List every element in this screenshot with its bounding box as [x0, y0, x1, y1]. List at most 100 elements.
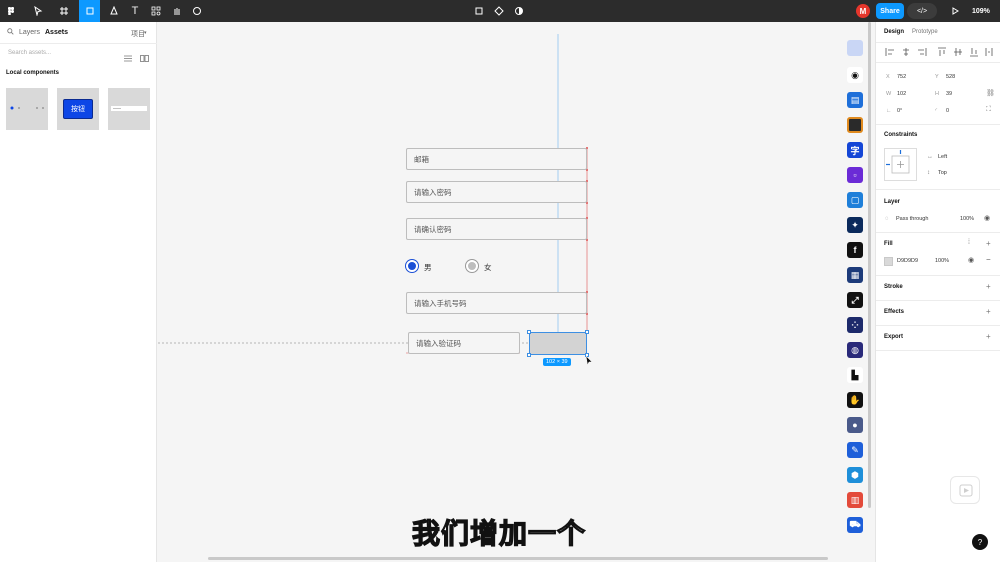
hand-tool-icon[interactable] — [170, 0, 184, 22]
independent-corners-icon[interactable]: ⛶ — [986, 106, 991, 114]
component-thumbnail-button[interactable]: 按钮 — [57, 88, 99, 130]
pen-tool-icon[interactable] — [104, 0, 124, 22]
resources-icon[interactable] — [148, 0, 164, 22]
canvas[interactable]: 邮箱 请输入密码 请确认密码 男 女 请输入手机号码 请输入验证码 102 × … — [158, 22, 874, 562]
film-icon[interactable] — [847, 117, 863, 133]
corner-radius-input[interactable]: 0 — [946, 108, 949, 114]
fill-opacity-input[interactable]: 100% — [935, 258, 949, 264]
dev-mode-toggle[interactable]: </> — [907, 3, 937, 19]
page-select[interactable]: 项目 — [131, 29, 145, 39]
target-icon[interactable]: ✦ — [847, 217, 863, 233]
user-icon[interactable]: ● — [847, 417, 863, 433]
hand-plugin-icon[interactable]: ✋ — [847, 392, 863, 408]
comment-tool-icon[interactable] — [190, 0, 204, 22]
selected-rectangle[interactable] — [529, 332, 587, 355]
list-view-icon[interactable] — [124, 49, 132, 67]
video-subtitle: 我们增加一个 — [411, 516, 587, 550]
plugin-sidebar: ◉ ▤ 字 ▫ ▢ ✦ f ▦ ⤢ ⁘ ◍ ▙ ✋ ● ✎ ⬢ ▥ ⛟ — [841, 35, 869, 555]
fill-hex-input[interactable]: D9D9D9 — [897, 258, 918, 264]
phone-field[interactable]: 请输入手机号码 — [406, 292, 587, 314]
rectangle-tool-icon[interactable] — [79, 0, 100, 22]
component-thumbnail-radio[interactable] — [6, 88, 48, 130]
horizontal-constraint-select[interactable]: Left — [938, 154, 947, 160]
left-panel: Layers Assets 项目 ▾ Search assets... Loca… — [0, 22, 157, 562]
remove-fill-icon[interactable]: − — [986, 255, 991, 264]
blend-mode-icon: ◌ — [885, 216, 889, 222]
frame-tool-icon[interactable] — [54, 0, 74, 22]
tab-prototype[interactable]: Prototype — [912, 29, 938, 35]
radio-male[interactable] — [406, 260, 418, 272]
component-button-preview: 按钮 — [63, 99, 93, 119]
palette-icon[interactable]: ◍ — [847, 342, 863, 358]
contrast-icon[interactable] — [512, 0, 526, 22]
rotation-input[interactable]: 0° — [897, 108, 902, 114]
tab-layers[interactable]: Layers — [19, 29, 40, 36]
text-tool-icon[interactable]: T — [128, 0, 142, 22]
radio-female[interactable] — [466, 260, 478, 272]
constraints-heading: Constraints — [884, 132, 918, 138]
vertical-constraint-icon: ↕ — [927, 170, 930, 176]
y-label: Y — [935, 74, 939, 80]
add-effect-icon[interactable]: + — [986, 307, 991, 316]
add-export-icon[interactable]: + — [986, 332, 991, 341]
twitch-icon[interactable]: ▫ — [847, 167, 863, 183]
confirm-password-field[interactable]: 请确认密码 — [406, 218, 587, 240]
width-input[interactable]: 102 — [897, 91, 906, 97]
library-icon[interactable] — [140, 49, 149, 67]
email-field[interactable]: 邮箱 — [406, 148, 587, 170]
figma-menu-icon[interactable] — [2, 0, 20, 22]
align-tools[interactable] — [876, 46, 1000, 58]
blend-mode-select[interactable]: Pass through — [896, 216, 928, 222]
y-input[interactable]: 528 — [946, 74, 955, 80]
height-input[interactable]: 39 — [946, 91, 952, 97]
chevron-down-icon[interactable]: ▾ — [144, 30, 147, 36]
character-icon[interactable]: 字 — [847, 142, 863, 158]
add-fill-icon[interactable]: + — [986, 239, 991, 248]
constraints-widget[interactable] — [884, 148, 917, 181]
visibility-eye-icon[interactable]: ◉ — [984, 214, 990, 222]
password-field[interactable]: 请输入密码 — [406, 181, 587, 203]
component-icon[interactable] — [492, 0, 506, 22]
eye-icon[interactable]: ◉ — [847, 67, 863, 83]
add-stroke-icon[interactable]: + — [986, 282, 991, 291]
truck-icon[interactable]: ⛟ — [847, 517, 863, 533]
tab-design[interactable]: Design — [884, 29, 904, 35]
present-icon[interactable] — [946, 0, 964, 22]
dots-grid-icon[interactable]: ⁘ — [847, 317, 863, 333]
layer-opacity-input[interactable]: 100% — [960, 216, 974, 222]
local-components-heading: Local components — [6, 70, 60, 76]
component-thumbnail-input[interactable] — [108, 88, 150, 130]
move-tool-icon[interactable] — [28, 0, 48, 22]
search-icon[interactable] — [7, 28, 14, 37]
tab-assets[interactable]: Assets — [45, 29, 68, 36]
document-icon[interactable]: ▤ — [847, 92, 863, 108]
inbox-icon[interactable]: ▙ — [847, 367, 863, 383]
fill-styles-icon[interactable]: ⁞ — [968, 239, 970, 246]
resize-handle[interactable] — [527, 330, 531, 334]
vertical-constraint-select[interactable]: Top — [938, 170, 947, 176]
chart-icon[interactable]: ▥ — [847, 492, 863, 508]
frame-plugin-icon[interactable]: ▢ — [847, 192, 863, 208]
resize-handle[interactable] — [585, 330, 589, 334]
share-button[interactable]: Share — [876, 3, 904, 19]
fill-color-swatch[interactable] — [884, 257, 893, 266]
resize-handle[interactable] — [527, 353, 531, 357]
avatar[interactable]: M — [856, 4, 870, 18]
hexagon-icon[interactable]: ⬢ — [847, 467, 863, 483]
plugin-icon[interactable] — [847, 40, 863, 56]
help-button[interactable]: ? — [972, 534, 988, 550]
constrain-proportions-icon[interactable]: ⛓ — [986, 89, 995, 97]
crop-icon[interactable] — [472, 0, 486, 22]
search-assets-input[interactable]: Search assets... — [8, 50, 51, 56]
font-icon[interactable]: f — [847, 242, 863, 258]
grid-plugin-icon[interactable]: ▦ — [847, 267, 863, 283]
x-input[interactable]: 752 — [897, 74, 906, 80]
link-icon[interactable]: ⤢ — [847, 292, 863, 308]
verification-code-field[interactable]: 请输入验证码 — [408, 332, 520, 354]
effects-heading: Effects — [884, 309, 905, 315]
feather-icon[interactable]: ✎ — [847, 442, 863, 458]
floating-play-widget[interactable] — [950, 476, 980, 504]
zoom-level[interactable]: 109% — [972, 0, 990, 22]
fill-visibility-icon[interactable]: ◉ — [968, 256, 974, 264]
horizontal-scrollbar[interactable] — [208, 557, 828, 560]
